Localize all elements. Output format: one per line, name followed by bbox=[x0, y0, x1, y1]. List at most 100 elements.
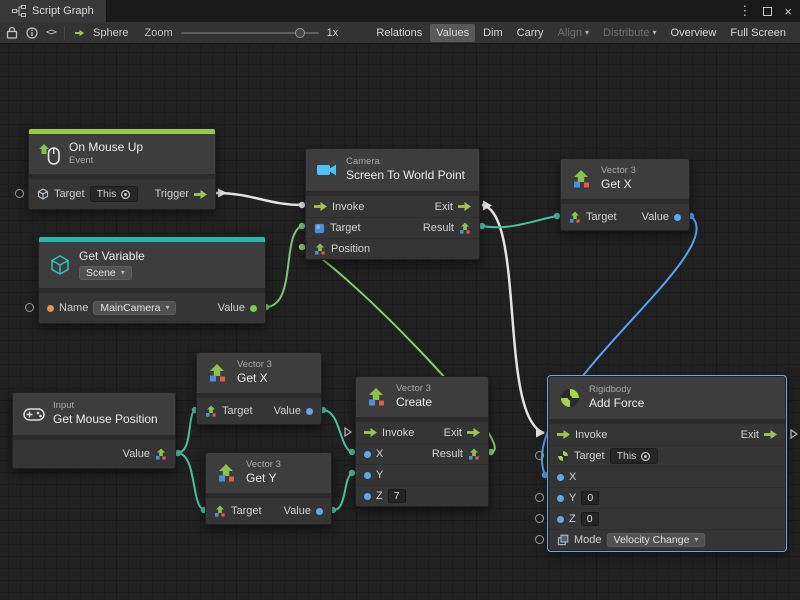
node-header: Vector 3 Get Y bbox=[206, 453, 331, 493]
node-get-mouse-position[interactable]: Input Get Mouse Position Value bbox=[12, 392, 176, 469]
this-chip[interactable]: This bbox=[90, 186, 139, 202]
lock-icon[interactable] bbox=[6, 26, 18, 39]
dim-button[interactable]: Dim bbox=[477, 24, 509, 42]
zoom-slider[interactable] bbox=[181, 28, 319, 38]
y-port[interactable] bbox=[364, 472, 371, 479]
info-icon[interactable] bbox=[26, 27, 38, 39]
node-category: Input bbox=[53, 401, 158, 412]
this-chip[interactable]: This bbox=[610, 448, 659, 464]
node-get-x-mouse[interactable]: Vector 3 Get X Target Value bbox=[196, 352, 322, 425]
port-row: Y 0 bbox=[549, 487, 785, 508]
variable-scope-dropdown[interactable]: Scene ▾ bbox=[79, 266, 132, 280]
flow-in-port[interactable] bbox=[557, 430, 570, 439]
port-row: X bbox=[549, 466, 785, 487]
z-port-label: Z bbox=[569, 513, 576, 525]
port-row: Mode Velocity Change ▾ bbox=[549, 529, 785, 550]
value-port-label: Value bbox=[284, 505, 311, 517]
node-header: On Mouse Up Event bbox=[29, 134, 215, 174]
carry-button[interactable]: Carry bbox=[511, 24, 550, 42]
y-value-field[interactable]: 0 bbox=[581, 491, 599, 505]
value-port-label: Value bbox=[642, 211, 669, 223]
full-screen-button[interactable]: Full Screen bbox=[724, 24, 792, 42]
value-port[interactable] bbox=[250, 305, 257, 312]
port-row: Invoke Exit bbox=[549, 424, 785, 445]
graph-asset-name[interactable]: Sphere bbox=[93, 27, 128, 39]
unconnected-input-port[interactable] bbox=[15, 189, 24, 198]
vector3-port-icon[interactable] bbox=[569, 211, 581, 223]
variable-name-dropdown[interactable]: MainCamera ▾ bbox=[93, 301, 176, 315]
flow-in-port[interactable] bbox=[314, 202, 327, 211]
unconnected-input-port[interactable] bbox=[25, 303, 34, 312]
value-port[interactable] bbox=[316, 508, 323, 515]
node-get-y-mouse[interactable]: Vector 3 Get Y Target Value bbox=[205, 452, 332, 525]
unconnected-flow-port[interactable] bbox=[790, 429, 798, 439]
z-value-field[interactable]: 7 bbox=[388, 489, 406, 503]
relations-button[interactable]: Relations bbox=[370, 24, 428, 42]
value-port[interactable] bbox=[674, 214, 681, 221]
unconnected-input-port[interactable] bbox=[535, 535, 544, 544]
value-port[interactable] bbox=[306, 408, 313, 415]
y-port-label: Y bbox=[376, 469, 383, 481]
node-screen-to-world-point[interactable]: Camera Screen To World Point Invoke Exit… bbox=[305, 148, 480, 260]
variable-icon bbox=[49, 254, 71, 276]
x-port[interactable] bbox=[364, 451, 371, 458]
script-graph-icon bbox=[12, 5, 26, 17]
toolbar-separator bbox=[64, 26, 65, 40]
invoke-port-label: Invoke bbox=[332, 201, 364, 213]
node-title: Get Variable bbox=[79, 250, 145, 264]
flow-out-port[interactable] bbox=[194, 190, 207, 199]
port-row: Value bbox=[13, 440, 175, 468]
vector3-port-icon[interactable] bbox=[205, 405, 217, 417]
node-header: Vector 3 Get X bbox=[197, 353, 321, 393]
values-button[interactable]: Values bbox=[430, 24, 475, 42]
port-row: Z 0 bbox=[549, 508, 785, 529]
vector3-port-icon[interactable] bbox=[314, 243, 326, 255]
vector3-port-icon[interactable] bbox=[459, 222, 471, 234]
flow-out-port[interactable] bbox=[467, 428, 480, 437]
align-button[interactable]: Align▾ bbox=[552, 24, 595, 42]
node-get-variable[interactable]: Get Variable Scene ▾ Name MainCamera ▾ V… bbox=[38, 236, 266, 324]
chevron-down-icon: ▾ bbox=[694, 536, 698, 544]
node-add-force[interactable]: Rigidbody Add Force Invoke Exit Target T… bbox=[548, 376, 786, 551]
chevron-down-icon: ▾ bbox=[165, 304, 169, 312]
flow-out-port[interactable] bbox=[764, 430, 777, 439]
code-view-icon[interactable]: <> bbox=[46, 27, 56, 38]
z-port[interactable] bbox=[364, 493, 371, 500]
unconnected-flow-port[interactable] bbox=[344, 427, 352, 437]
y-port[interactable] bbox=[557, 495, 564, 502]
name-port[interactable] bbox=[47, 305, 54, 312]
mode-dropdown[interactable]: Velocity Change ▾ bbox=[607, 533, 706, 547]
flow-in-port[interactable] bbox=[364, 428, 377, 437]
overview-button[interactable]: Overview bbox=[665, 24, 723, 42]
vector3-port-icon[interactable] bbox=[214, 505, 226, 517]
x-port[interactable] bbox=[557, 474, 564, 481]
z-port[interactable] bbox=[557, 516, 564, 523]
window-controls: ⋮ × bbox=[738, 0, 800, 22]
node-title: Get X bbox=[237, 372, 272, 386]
unconnected-input-port[interactable] bbox=[535, 451, 544, 460]
window-menu-icon[interactable]: ⋮ bbox=[738, 3, 751, 19]
result-port-label: Result bbox=[432, 448, 463, 460]
tab-script-graph[interactable]: Script Graph bbox=[0, 0, 107, 22]
flow-out-port[interactable] bbox=[458, 202, 471, 211]
node-get-x-world[interactable]: Vector 3 Get X Target Value bbox=[560, 158, 690, 231]
node-create-vector[interactable]: Vector 3 Create Invoke Exit X Result bbox=[355, 376, 489, 507]
maximize-icon[interactable] bbox=[763, 7, 772, 16]
node-header: Vector 3 Get X bbox=[561, 159, 689, 199]
vector3-port-icon[interactable] bbox=[468, 448, 480, 460]
node-category: Camera bbox=[346, 157, 465, 168]
node-category: Vector 3 bbox=[601, 166, 636, 177]
node-on-mouse-up[interactable]: On Mouse Up Event Target This Trigger bbox=[28, 128, 216, 210]
target-port-label: Target bbox=[231, 505, 262, 517]
unconnected-input-port[interactable] bbox=[535, 493, 544, 502]
rigidbody-type-port-icon bbox=[557, 450, 569, 462]
vector3-port-icon[interactable] bbox=[155, 448, 167, 460]
scope-label: Scene bbox=[86, 267, 116, 279]
node-title: Add Force bbox=[589, 397, 644, 411]
unconnected-input-port[interactable] bbox=[535, 514, 544, 523]
mode-value-label: Velocity Change bbox=[614, 534, 690, 546]
zoom-slider-handle[interactable] bbox=[295, 28, 305, 38]
z-value-field[interactable]: 0 bbox=[581, 512, 599, 526]
distribute-button[interactable]: Distribute▾ bbox=[597, 24, 662, 42]
close-icon[interactable]: × bbox=[784, 4, 792, 19]
